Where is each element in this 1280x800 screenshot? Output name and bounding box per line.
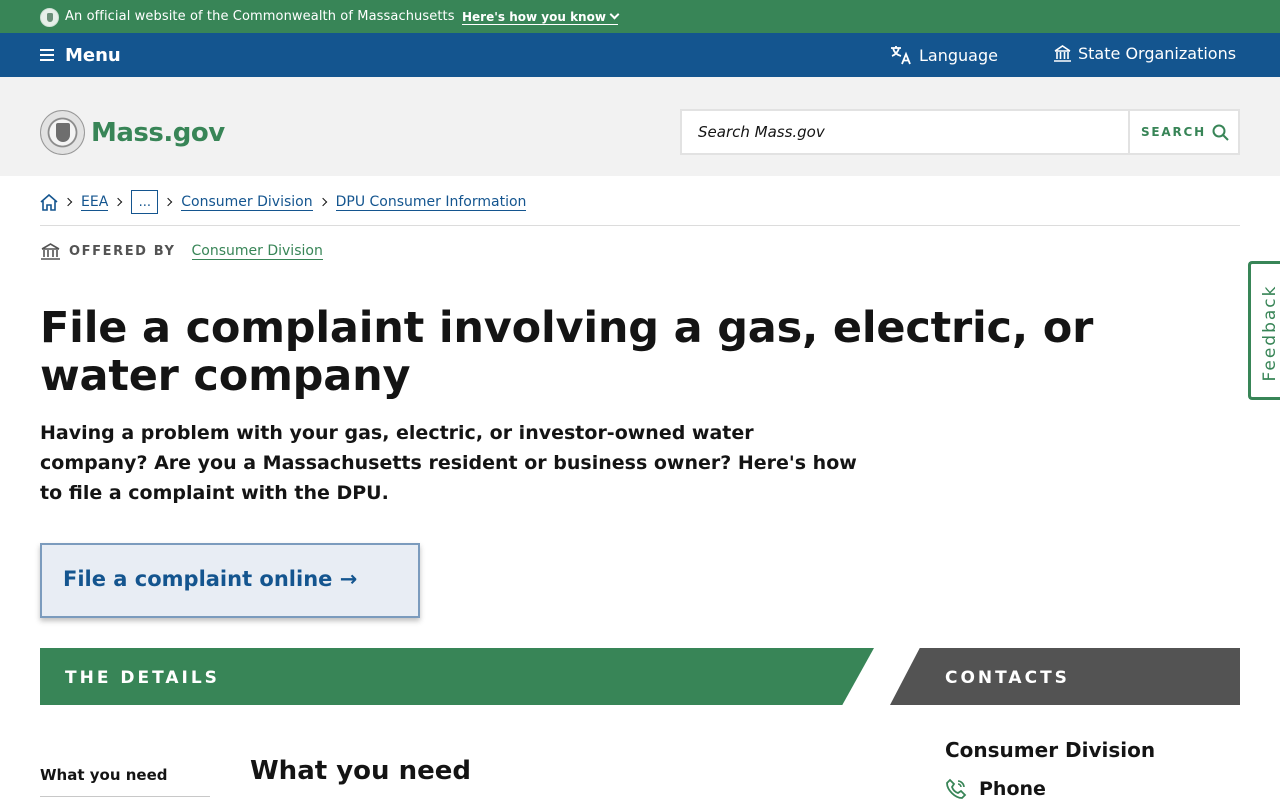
chevron-right-icon [63, 197, 73, 207]
building-icon [41, 243, 60, 260]
page-title: File a complaint involving a gas, electr… [40, 303, 1094, 401]
search-input[interactable] [682, 111, 1130, 153]
official-banner-text: An official website of the Commonwealth … [65, 9, 455, 24]
offered-by: OFFERED BY Consumer Division [40, 242, 323, 261]
menu-button[interactable]: Menu [40, 43, 121, 67]
breadcrumb-dpu-consumer-information[interactable]: DPU Consumer Information [335, 194, 527, 211]
section-heading: What you need [250, 756, 471, 786]
breadcrumb-consumer-division[interactable]: Consumer Division [181, 194, 313, 211]
offered-by-org-link[interactable]: Consumer Division [191, 243, 323, 260]
how-you-know-toggle[interactable]: Here's how you know [462, 9, 620, 25]
contact-name: Consumer Division [945, 738, 1156, 762]
search-button-label: SEARCH [1140, 125, 1207, 139]
phone-icon [946, 778, 967, 799]
breadcrumb-eea[interactable]: EEA [81, 194, 109, 211]
menu-label: Menu [65, 44, 121, 66]
file-complaint-online-button[interactable]: File a complaint online → [40, 543, 420, 618]
state-organizations-button[interactable]: State Organizations [1053, 44, 1236, 63]
search-icon [1212, 124, 1229, 141]
breadcrumb: EEA ... Consumer Division DPU Consumer I… [40, 190, 527, 214]
official-banner: An official website of the Commonwealth … [0, 0, 1280, 33]
details-section-header: THE DETAILS [40, 648, 874, 705]
feedback-tab[interactable]: Feedback [1248, 261, 1280, 400]
how-you-know-label: Here's how you know [462, 10, 606, 24]
language-button[interactable]: Language [889, 44, 998, 66]
translate-icon [891, 46, 911, 65]
language-label: Language [919, 45, 998, 65]
hamburger-icon [40, 49, 54, 61]
toc-item-what-you-need[interactable]: What you need [40, 766, 210, 797]
page-lede: Having a problem with your gas, electric… [40, 422, 857, 504]
seal-icon [40, 110, 85, 155]
logo-text: Mass.gov [91, 117, 225, 148]
utility-nav: Menu Language State Organizations [0, 33, 1280, 77]
building-icon [1054, 45, 1071, 62]
mass-gov-logo[interactable]: Mass.gov [40, 110, 225, 155]
home-icon[interactable] [40, 193, 58, 211]
chevron-down-icon [609, 9, 620, 20]
seal-icon [40, 8, 59, 27]
site-header: Mass.gov SEARCH [0, 77, 1280, 176]
chevron-right-icon [114, 197, 123, 207]
offered-by-label: OFFERED BY [69, 244, 176, 259]
chevron-right-icon [318, 197, 327, 207]
contact-phone: Phone [945, 778, 1046, 800]
phone-label: Phone [979, 778, 1046, 800]
contacts-section-header: CONTACTS [890, 648, 1240, 705]
search-button[interactable]: SEARCH [1132, 111, 1238, 153]
search-form: SEARCH [680, 109, 1240, 155]
divider [40, 225, 1240, 226]
state-organizations-label: State Organizations [1078, 44, 1237, 63]
breadcrumb-expand-button[interactable]: ... [131, 190, 159, 214]
chevron-right-icon [164, 197, 173, 207]
feedback-label: Feedback [1260, 284, 1280, 382]
